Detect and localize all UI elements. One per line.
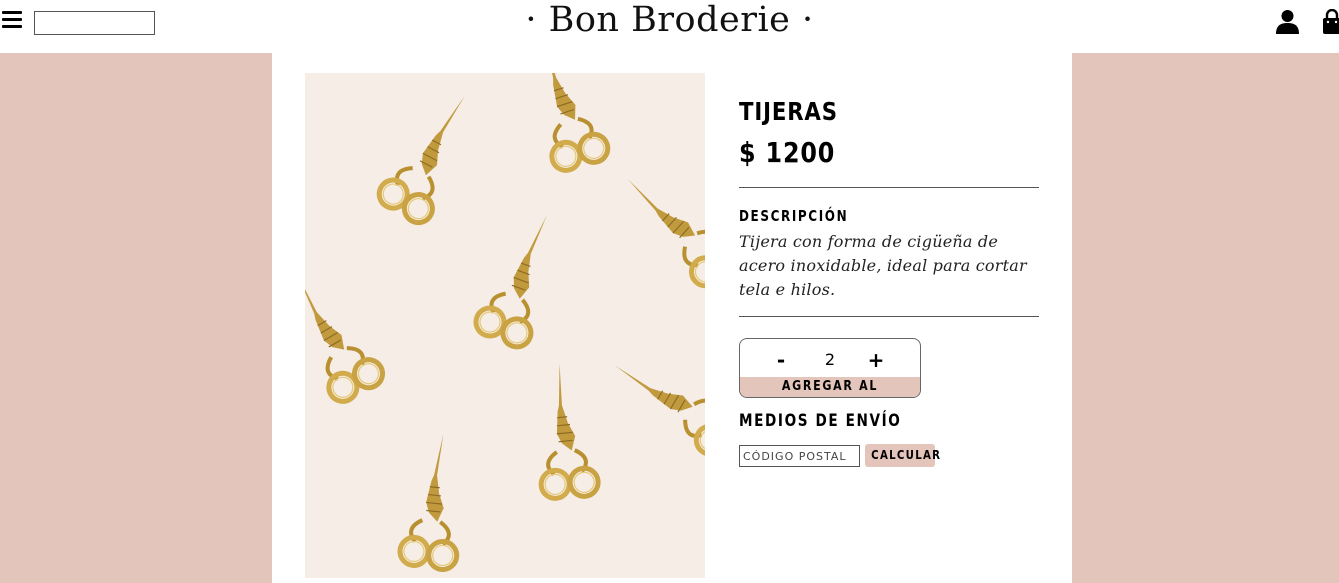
calculate-shipping-button[interactable]: CALCULAR <box>865 444 940 467</box>
product-description: Tijera con forma de cigüeña de acero ino… <box>739 232 1027 299</box>
brand-logo[interactable]: · Bon Broderie · <box>0 0 1339 40</box>
quantity-value[interactable]: 2 <box>810 347 850 373</box>
add-to-cart-button[interactable]: AGREGAR AL CARRITO <box>740 377 920 397</box>
divider <box>739 316 1039 317</box>
shipping-heading: MEDIOS DE ENVÍO <box>739 411 902 431</box>
side-background-right <box>1072 53 1339 583</box>
description-heading: DESCRIPCIÓN <box>739 207 849 225</box>
divider <box>739 187 1039 188</box>
user-icon[interactable] <box>1275 9 1300 35</box>
product-image <box>305 73 705 578</box>
increase-quantity-button[interactable]: + <box>861 345 891 375</box>
add-to-cart-label: AGREGAR AL CARRITO <box>781 379 879 394</box>
product-title: TIJERAS <box>739 97 838 126</box>
calculate-label: CALCULAR <box>871 448 942 462</box>
top-navigation-bar: · Bon Broderie · <box>0 0 1339 53</box>
product-price: $ 1200 <box>739 136 836 169</box>
decrease-quantity-button[interactable]: - <box>766 345 796 375</box>
shopping-bag-icon[interactable] <box>1321 9 1339 35</box>
add-to-cart-form: - 2 + AGREGAR AL CARRITO <box>739 338 921 398</box>
side-background-left <box>0 53 272 583</box>
postal-code-input[interactable] <box>739 445 860 467</box>
